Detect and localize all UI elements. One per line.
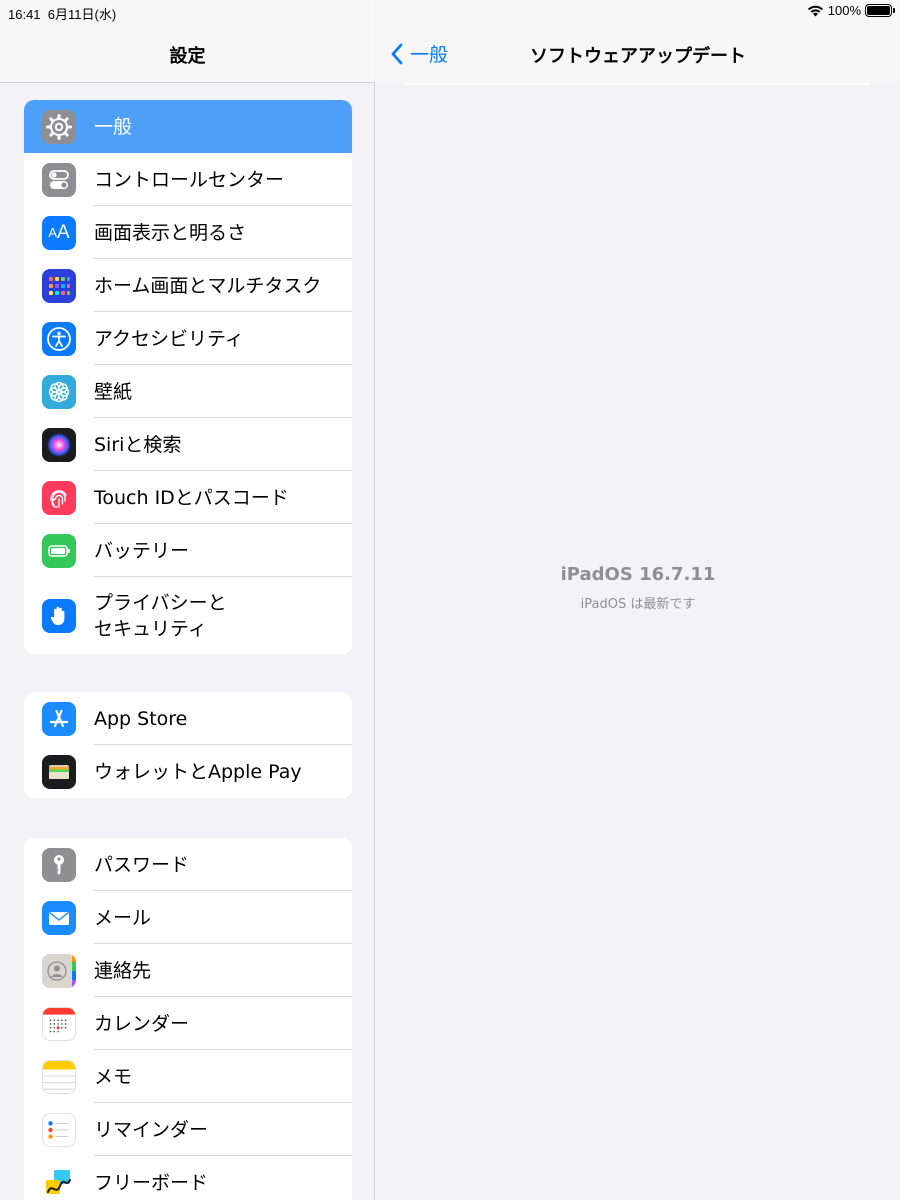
sidebar-item-label: App Store xyxy=(94,707,188,730)
sidebar-item-touch-id[interactable]: Touch IDとパスコード xyxy=(24,471,352,524)
sidebar-item-passwords[interactable]: パスワード xyxy=(24,838,352,891)
sidebar-item-label: カレンダー xyxy=(94,1012,190,1035)
sidebar-item-contacts[interactable]: 連絡先 xyxy=(24,944,352,997)
sidebar-item-label: アクセシビリティ xyxy=(94,327,244,350)
freeform-icon xyxy=(42,1165,76,1200)
wifi-icon xyxy=(807,5,823,17)
notes-icon xyxy=(42,1059,76,1094)
text-size-icon: AA xyxy=(42,215,76,250)
sidebar-item-battery[interactable]: バッテリー xyxy=(24,524,352,577)
battery-icon xyxy=(42,533,76,568)
settings-group-2: App Store ウォレットとApple Pay xyxy=(24,692,352,798)
flower-icon xyxy=(42,374,76,409)
mail-icon xyxy=(42,900,76,935)
sidebar-item-label: Siriと検索 xyxy=(94,433,182,456)
siri-icon xyxy=(42,427,76,462)
status-bar: 16:41 6月11日(水) 100% xyxy=(0,0,900,24)
wallet-icon xyxy=(42,754,76,789)
app-store-icon xyxy=(42,701,76,736)
divider xyxy=(404,83,870,85)
sidebar-item-label: メモ xyxy=(94,1065,133,1088)
status-time: 16:41 6月11日(水) xyxy=(8,4,116,23)
sidebar-item-notes[interactable]: メモ xyxy=(24,1050,352,1103)
calendar-icon xyxy=(42,1006,76,1041)
status-indicators: 100% xyxy=(807,3,895,18)
sidebar-item-control-center[interactable]: コントロールセンター xyxy=(24,153,352,206)
sidebar-item-label: 画面表示と明るさ xyxy=(94,221,247,244)
sidebar-item-label: バッテリー xyxy=(94,539,190,562)
settings-sidebar: 設定 一般 コントロールセンター A A 画面表示と明るさ ホーム画面とマルチタ… xyxy=(0,0,375,1200)
sidebar-item-label: 連絡先 xyxy=(94,959,152,982)
sidebar-item-display[interactable]: AA 画面表示と明るさ xyxy=(24,206,352,259)
hand-icon xyxy=(42,598,76,633)
sidebar-item-mail[interactable]: メール xyxy=(24,891,352,944)
sidebar-item-privacy[interactable]: プライバシーと セキュリティ xyxy=(24,577,352,654)
sidebar-item-label: リマインダー xyxy=(94,1118,209,1141)
home-grid-icon xyxy=(42,268,76,303)
clock: 16:41 xyxy=(8,7,41,22)
sidebar-item-home-screen[interactable]: ホーム画面とマルチタスク xyxy=(24,259,352,312)
gear-icon xyxy=(42,109,76,144)
sidebar-item-label: プライバシーと セキュリティ xyxy=(94,591,227,640)
sidebar-item-label: 壁紙 xyxy=(94,380,133,403)
update-status: iPadOS は最新です xyxy=(580,597,696,612)
sidebar-item-label: Touch IDとパスコード xyxy=(94,486,289,509)
sidebar-item-calendar[interactable]: カレンダー xyxy=(24,997,352,1050)
sidebar-item-label: ウォレットとApple Pay xyxy=(94,760,302,783)
date: 6月11日(水) xyxy=(47,7,117,22)
sidebar-item-reminders[interactable]: リマインダー xyxy=(24,1103,352,1156)
reminders-icon xyxy=(42,1112,76,1147)
sidebar-item-siri[interactable]: Siriと検索 xyxy=(24,418,352,471)
sidebar-item-freeform[interactable]: フリーボード xyxy=(24,1156,352,1200)
sidebar-item-label: ホーム画面とマルチタスク xyxy=(94,274,322,297)
sidebar-title: 設定 xyxy=(169,46,206,67)
sidebar-item-wallet[interactable]: ウォレットとApple Pay xyxy=(24,745,352,798)
sidebar-item-accessibility[interactable]: アクセシビリティ xyxy=(24,312,352,365)
sidebar-item-label: コントロールセンター xyxy=(94,168,285,191)
settings-group-3: パスワード メール 連絡先 カレンダー メモ リマインダー フリーボード xyxy=(24,838,352,1200)
toggles-icon xyxy=(42,162,76,197)
page-title: ソフトウェアアップデート xyxy=(530,46,746,67)
accessibility-icon xyxy=(42,321,76,356)
sidebar-item-label: メール xyxy=(94,906,152,929)
key-icon xyxy=(42,847,76,882)
sidebar-item-wallpaper[interactable]: 壁紙 xyxy=(24,365,352,418)
sidebar-item-label: フリーボード xyxy=(94,1171,209,1194)
sidebar-item-app-store[interactable]: App Store xyxy=(24,692,352,745)
sidebar-item-general[interactable]: 一般 xyxy=(24,100,352,153)
battery-percent: 100% xyxy=(827,3,861,18)
settings-group-1: 一般 コントロールセンター AA 画面表示と明るさ ホーム画面とマルチタスク ア… xyxy=(24,100,352,654)
contacts-icon xyxy=(42,953,76,988)
battery-indicator-icon xyxy=(865,4,895,17)
os-version: iPadOS 16.7.11 xyxy=(560,564,716,585)
fingerprint-icon xyxy=(42,480,76,515)
sidebar-item-label: 一般 xyxy=(94,115,133,138)
sidebar-item-label: パスワード xyxy=(94,853,190,876)
detail-pane: 一般 ソフトウェアアップデート iPadOS 16.7.11 iPadOS は最… xyxy=(376,0,900,1200)
